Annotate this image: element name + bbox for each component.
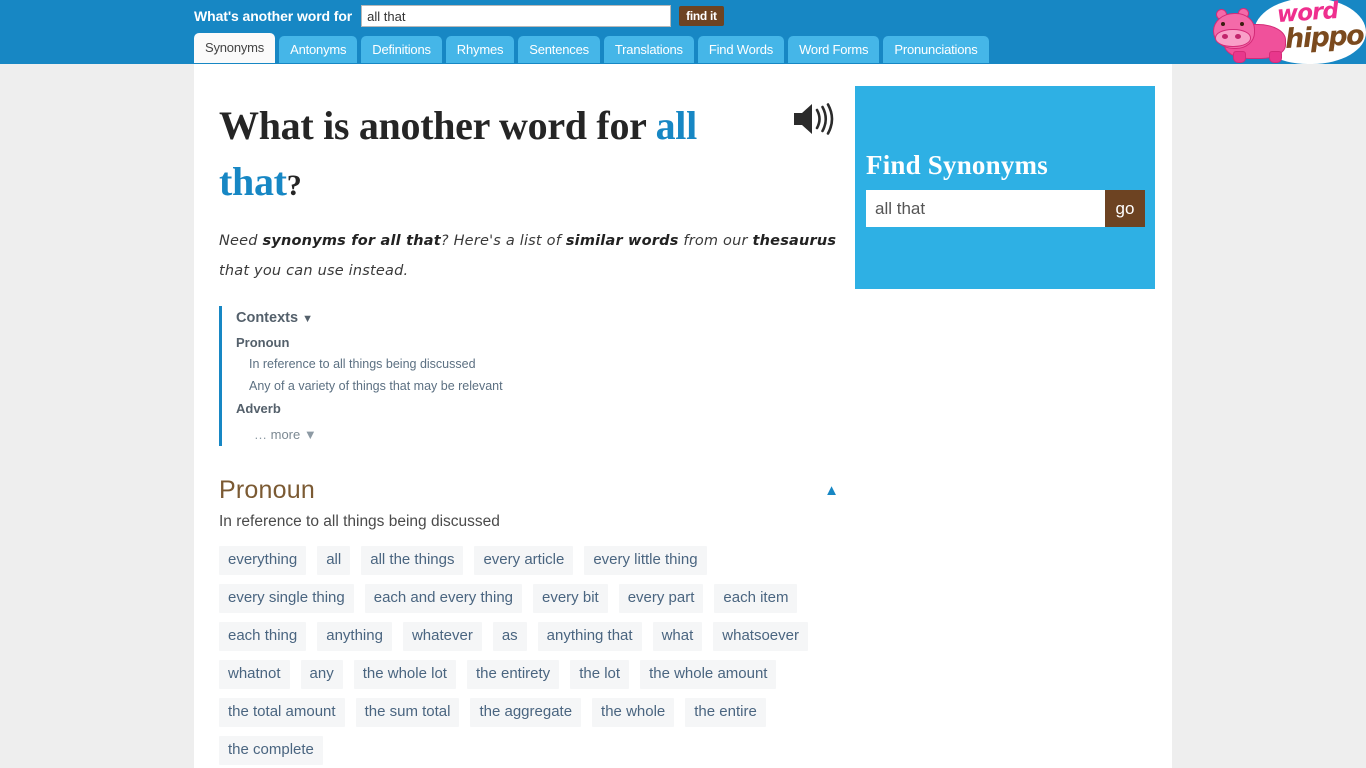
context-pos-pronoun[interactable]: Pronoun [236,335,779,350]
header-search-label: What's another word for [194,8,353,24]
tab-definitions[interactable]: Definitions [361,36,442,63]
logo-hippo-text: hippo [1284,19,1364,56]
synonym-chip[interactable]: each thing [219,622,307,651]
intro-bold-3: thesaurus [752,233,837,249]
page-container: What is another word for all that? Need … [194,64,1172,768]
more-label: more [270,427,304,442]
synonym-chip[interactable]: all [317,546,351,575]
header-search-input[interactable] [361,5,672,27]
header-inner: What's another word for find it Synonyms… [194,0,1366,64]
intro-bold-2: similar words [565,233,679,249]
hippo-nostril-icon [1222,34,1228,39]
page-title: What is another word for all that? [219,64,779,214]
synonym-chip[interactable]: whatever [402,622,482,651]
hippo-leg-icon [1269,51,1282,63]
synonym-chip[interactable]: as [492,622,527,651]
synonym-chip[interactable]: what [652,622,703,651]
synonym-chip[interactable]: each item [714,584,798,613]
contexts-title-label: Contexts [236,310,299,326]
tab-find-words[interactable]: Find Words [697,36,785,63]
tab-word-forms[interactable]: Word Forms [788,36,880,63]
pos-heading: Pronoun [219,476,315,504]
go-button[interactable]: go [1105,190,1145,227]
intro-part-4: that you can use instead. [219,263,409,279]
speaker-icon[interactable] [790,98,838,140]
pos-sense-description: In reference to all things being discuss… [219,513,500,530]
context-sense[interactable]: In reference to all things being discuss… [249,357,779,371]
synonym-chip[interactable]: the complete [219,736,323,765]
contexts-toggle[interactable]: Contexts ▼ [236,310,779,326]
hippo-eye-icon [1240,22,1244,26]
pronoun-section: Pronoun ▲ In reference to all things bei… [219,476,839,765]
page-title-suffix: ? [286,169,302,202]
synonym-chip[interactable]: the entirety [466,660,560,689]
tab-synonyms[interactable]: Synonyms [194,33,276,63]
synonym-chip[interactable]: the whole [592,698,675,727]
synonym-chip[interactable]: every part [618,584,704,613]
hippo-eye-icon [1221,22,1225,26]
chevron-down-icon: ▼ [303,427,317,442]
intro-part-1: Need [219,233,263,249]
synonym-chip[interactable]: the total amount [219,698,345,727]
synonym-chip[interactable]: the sum total [355,698,460,727]
header-search-form: What's another word for find it [194,4,724,28]
synonym-chip[interactable]: whatnot [219,660,290,689]
synonym-chip[interactable]: whatsoever [713,622,808,651]
synonym-chip[interactable]: the aggregate [470,698,582,727]
context-sense[interactable]: Any of a variety of things that may be r… [249,379,779,393]
synonym-chip[interactable]: every article [474,546,574,575]
synonym-chip[interactable]: the lot [570,660,630,689]
tab-translations[interactable]: Translations [603,36,694,63]
find-synonyms-form: go [866,190,1145,227]
tab-antonyms[interactable]: Antonyms [279,36,358,63]
find-synonyms-panel: Find Synonyms go [855,86,1155,289]
site-header: What's another word for find it Synonyms… [0,0,1366,64]
collapse-section-icon[interactable]: ▲ [824,483,839,498]
synonym-chip[interactable]: the whole lot [353,660,456,689]
synonym-chip-list: everything all all the things every article… [219,546,844,765]
tab-rhymes[interactable]: Rhymes [445,36,515,63]
wordhippo-logo[interactable]: word hippo [1211,0,1366,67]
tab-sentences[interactable]: Sentences [518,36,600,63]
synonym-chip[interactable]: every single thing [219,584,354,613]
synonym-chip[interactable]: every little thing [584,546,707,575]
hippo-nostril-icon [1235,34,1241,39]
synonym-chip[interactable]: the entire [685,698,766,727]
hippo-snout-icon [1215,29,1251,47]
find-synonyms-title: Find Synonyms [866,150,1048,180]
nav-tabs: Synonyms Antonyms Definitions Rhymes Sen… [194,33,989,63]
synonym-chip[interactable]: the whole amount [640,660,777,689]
tab-pronunciations[interactable]: Pronunciations [883,36,989,63]
synonym-chip[interactable]: everything [219,546,307,575]
chevron-down-icon: ▼ [302,313,313,325]
intro-description: Need synonyms for all that? Here's a lis… [219,214,839,286]
synonym-chip[interactable]: every bit [533,584,608,613]
intro-part-2: ? Here's a list of [440,233,566,249]
intro-part-3: from our [678,233,753,249]
contexts-box: Contexts ▼ Pronoun In reference to all t… [219,306,779,446]
hippo-leg-icon [1233,51,1246,63]
synonym-chip[interactable]: each and every thing [364,584,522,613]
intro-bold-1: synonyms for all that [262,233,441,249]
main-content-column: What is another word for all that? Need … [219,64,859,765]
title-row: What is another word for all that? [219,64,859,214]
context-pos-adverb[interactable]: Adverb [236,401,779,416]
more-ellipsis: … [254,427,271,442]
synonym-chip[interactable]: any [300,660,343,689]
contexts-more-button[interactable]: … more ▼ [254,427,779,442]
page-title-prefix: What is another word for [219,103,656,148]
synonym-chip[interactable]: anything [317,622,392,651]
synonym-chip[interactable]: all the things [361,546,464,575]
sidebar-search-input[interactable] [866,190,1105,227]
synonym-chip[interactable]: anything that [537,622,642,651]
find-it-button[interactable]: find it [679,6,724,26]
